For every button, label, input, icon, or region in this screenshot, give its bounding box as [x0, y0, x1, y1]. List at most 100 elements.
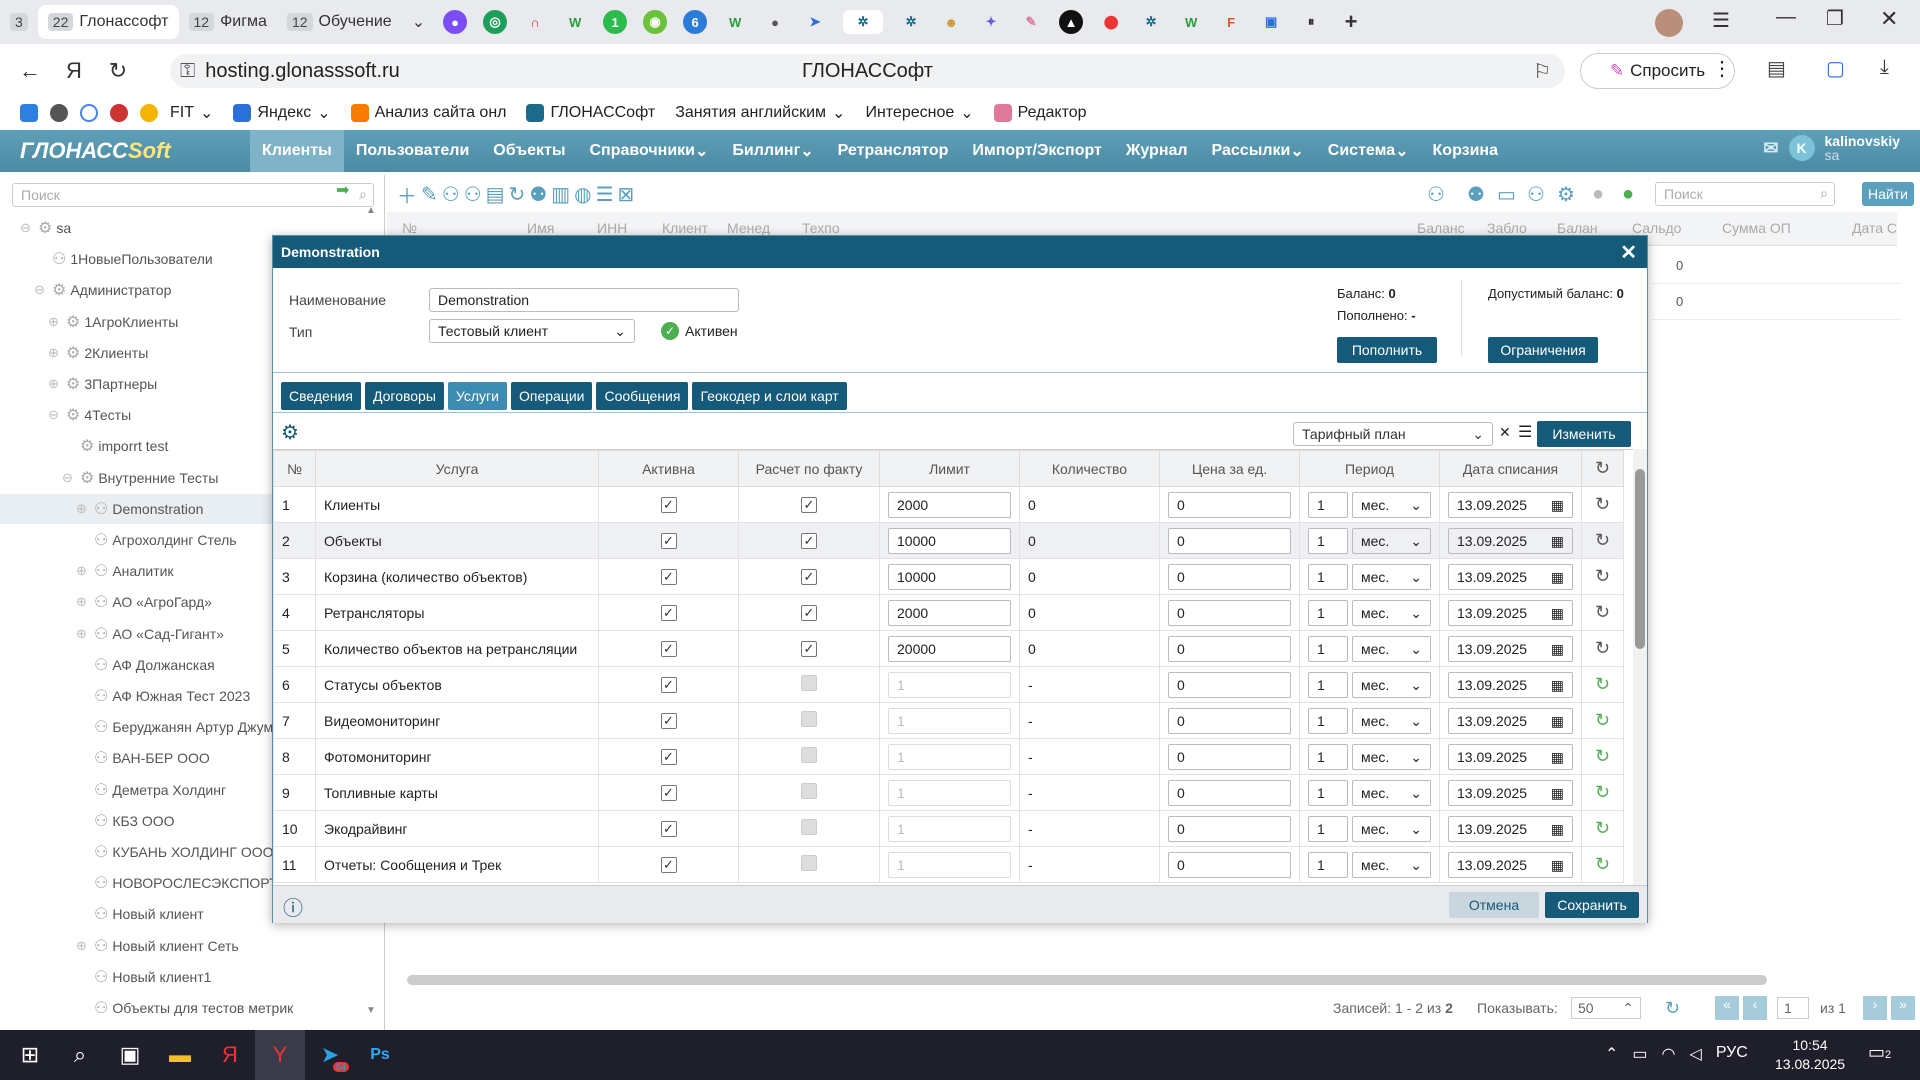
- photoshop-icon[interactable]: Ps: [355, 1030, 405, 1080]
- period-input[interactable]: 1: [1308, 779, 1348, 806]
- network-icon[interactable]: ◠: [1662, 1044, 1676, 1064]
- bookmark-yandex[interactable]: Яндекс ⌄: [225, 103, 338, 123]
- bookmark-glonasssoft[interactable]: ГЛОНАССофт: [518, 104, 663, 122]
- date-input[interactable]: 13.09.2025 ▦: [1448, 563, 1573, 590]
- table-row[interactable]: 3 Корзина (количество объектов) ✓ ✓ 10000 0 0 1…: [273, 558, 1624, 595]
- period-input[interactable]: 1: [1308, 563, 1348, 590]
- active-checkbox[interactable]: ✓: [660, 497, 677, 513]
- close-icon[interactable]: ✕: [1880, 6, 1898, 32]
- chevron-up-icon[interactable]: ⌃: [1605, 1044, 1618, 1064]
- price-input[interactable]: 0: [1168, 779, 1291, 806]
- play-icon[interactable]: [50, 104, 68, 122]
- menu-trash[interactable]: Корзина: [1421, 130, 1510, 172]
- tree-node[interactable]: ⊕ ⚇ Новый клиент Сеть: [0, 931, 365, 961]
- clock[interactable]: 10:54 13.08.2025: [1775, 1036, 1845, 1074]
- period-unit-select[interactable]: мес. ⌄: [1352, 527, 1431, 554]
- period-unit-select[interactable]: мес. ⌄: [1352, 815, 1431, 842]
- active-checkbox[interactable]: ✓: [660, 749, 677, 765]
- period-unit-select[interactable]: мес. ⌄: [1352, 743, 1431, 770]
- bookmark-analysis[interactable]: Анализ сайта онл: [343, 104, 515, 122]
- arrow-right-icon[interactable]: ➡: [336, 180, 349, 200]
- site-info-icon[interactable]: ⚿: [180, 60, 195, 83]
- menu-system[interactable]: Система ⌄: [1316, 130, 1421, 172]
- period-input[interactable]: 1: [1308, 599, 1348, 626]
- name-field[interactable]: Demonstration: [429, 288, 739, 312]
- menu-mailings[interactable]: Рассылки ⌄: [1200, 130, 1316, 172]
- last-page-icon[interactable]: »: [1891, 996, 1915, 1020]
- bookmark-fit[interactable]: FIT ⌄: [162, 103, 221, 123]
- users-icon[interactable]: ⚉: [1467, 182, 1485, 207]
- menu-clients[interactable]: Клиенты: [250, 130, 344, 172]
- date-input[interactable]: 13.09.2025 ▦: [1448, 707, 1573, 734]
- period-unit-select[interactable]: мес. ⌄: [1352, 491, 1431, 518]
- refresh-icon[interactable]: ↻: [1595, 674, 1610, 694]
- limit-input[interactable]: 10000: [888, 527, 1011, 554]
- menu-icon[interactable]: ☰: [1712, 8, 1730, 33]
- fact-checkbox[interactable]: ✓: [801, 569, 817, 585]
- date-input[interactable]: 13.09.2025 ▦: [1448, 743, 1573, 770]
- search-icon[interactable]: ⌕: [1820, 185, 1828, 202]
- tree-node[interactable]: ⚇ Объекты для тестов метрик: [0, 993, 365, 1023]
- refresh-icon[interactable]: ↻: [509, 182, 526, 207]
- user-delete-icon[interactable]: ⚇: [442, 182, 460, 207]
- limit-input[interactable]: 2000: [888, 599, 1011, 626]
- price-input[interactable]: 0: [1168, 635, 1291, 662]
- date-input[interactable]: 13.09.2025 ▦: [1448, 851, 1573, 878]
- yandex-browser-icon[interactable]: Y: [255, 1030, 305, 1080]
- folder-icon[interactable]: ▭: [1497, 182, 1516, 207]
- fact-checkbox[interactable]: ✓: [801, 641, 817, 657]
- cancel-button[interactable]: Отмена: [1449, 892, 1539, 918]
- lock-icon[interactable]: ●: [1592, 183, 1604, 206]
- tab-favicon[interactable]: ●: [763, 10, 788, 34]
- language-indicator[interactable]: РУС: [1716, 1044, 1748, 1064]
- tab-favicon[interactable]: 6: [683, 10, 708, 34]
- tab-favicon[interactable]: 1: [603, 10, 628, 34]
- tariff-select[interactable]: Тарифный план ⌄: [1293, 422, 1493, 446]
- period-unit-select[interactable]: мес. ⌄: [1352, 707, 1431, 734]
- period-input[interactable]: 1: [1308, 527, 1348, 554]
- profile-avatar[interactable]: [1655, 9, 1683, 37]
- user-icon[interactable]: ⚇: [1427, 182, 1445, 207]
- tab-favicon[interactable]: F: [1219, 10, 1244, 34]
- tab-services[interactable]: Услуги: [447, 382, 507, 410]
- period-unit-select[interactable]: мес. ⌄: [1352, 599, 1431, 626]
- refresh-icon[interactable]: ↻: [1595, 602, 1610, 622]
- active-checkbox[interactable]: ✓: [660, 677, 677, 693]
- calendar-icon[interactable]: ▦: [1551, 713, 1564, 729]
- table-row[interactable]: 4 Ретрансляторы ✓ ✓ 2000 0 0 1 мес. ⌄ 13.09.2025 ▦ ↻: [273, 594, 1624, 631]
- menu-references[interactable]: Справочники ⌄: [577, 130, 720, 172]
- period-input[interactable]: 1: [1308, 671, 1348, 698]
- calendar-icon[interactable]: ▦: [1551, 749, 1564, 765]
- expand-toggle-icon[interactable]: ⊕: [48, 314, 62, 330]
- tab-favicon[interactable]: ✲: [1139, 10, 1164, 34]
- expand-toggle-icon[interactable]: ⊕: [76, 594, 90, 610]
- more-icon[interactable]: ⋮: [1712, 56, 1732, 81]
- back-icon[interactable]: ←: [8, 49, 52, 93]
- minimize-icon[interactable]: —: [1776, 6, 1796, 29]
- active-check-icon[interactable]: ✓: [661, 322, 679, 340]
- windows-start-icon[interactable]: ⊞: [5, 1030, 55, 1080]
- check-circle-icon[interactable]: ●: [1622, 183, 1634, 206]
- save-button[interactable]: Сохранить: [1545, 892, 1639, 918]
- table-row[interactable]: [1652, 250, 1902, 284]
- active-checkbox[interactable]: ✓: [660, 641, 677, 657]
- url-field[interactable]: ⚿ hosting.glonasssoft.ru ГЛОНАССофт ⚐: [170, 54, 1565, 88]
- tab-favicon[interactable]: W: [723, 10, 748, 34]
- clipboard-icon[interactable]: ▥: [551, 182, 570, 207]
- price-input[interactable]: 0: [1168, 743, 1291, 770]
- active-checkbox[interactable]: ✓: [660, 533, 677, 549]
- notifications-icon[interactable]: ▭2: [1868, 1042, 1891, 1063]
- limit-input[interactable]: 2000: [888, 491, 1011, 518]
- date-input[interactable]: 13.09.2025 ▦: [1448, 599, 1573, 626]
- table-row[interactable]: 10 Экодрайвинг ✓ 1-0 1 мес. ⌄ 13.09.2025 ▦ ↻: [273, 810, 1624, 847]
- tab-favicon[interactable]: ◎: [483, 10, 508, 34]
- restore-icon[interactable]: ❐: [1826, 6, 1844, 31]
- scrollbar-thumb[interactable]: [1635, 469, 1645, 649]
- page-input[interactable]: 1: [1777, 997, 1809, 1019]
- date-input[interactable]: 13.09.2025 ▦: [1448, 527, 1573, 554]
- active-checkbox[interactable]: ✓: [660, 821, 677, 837]
- tab-favicon[interactable]: ▣: [1259, 10, 1284, 34]
- tab-contracts[interactable]: Договоры: [364, 382, 444, 410]
- date-input[interactable]: 13.09.2025 ▦: [1448, 635, 1573, 662]
- bookmark-favicon[interactable]: [140, 104, 158, 122]
